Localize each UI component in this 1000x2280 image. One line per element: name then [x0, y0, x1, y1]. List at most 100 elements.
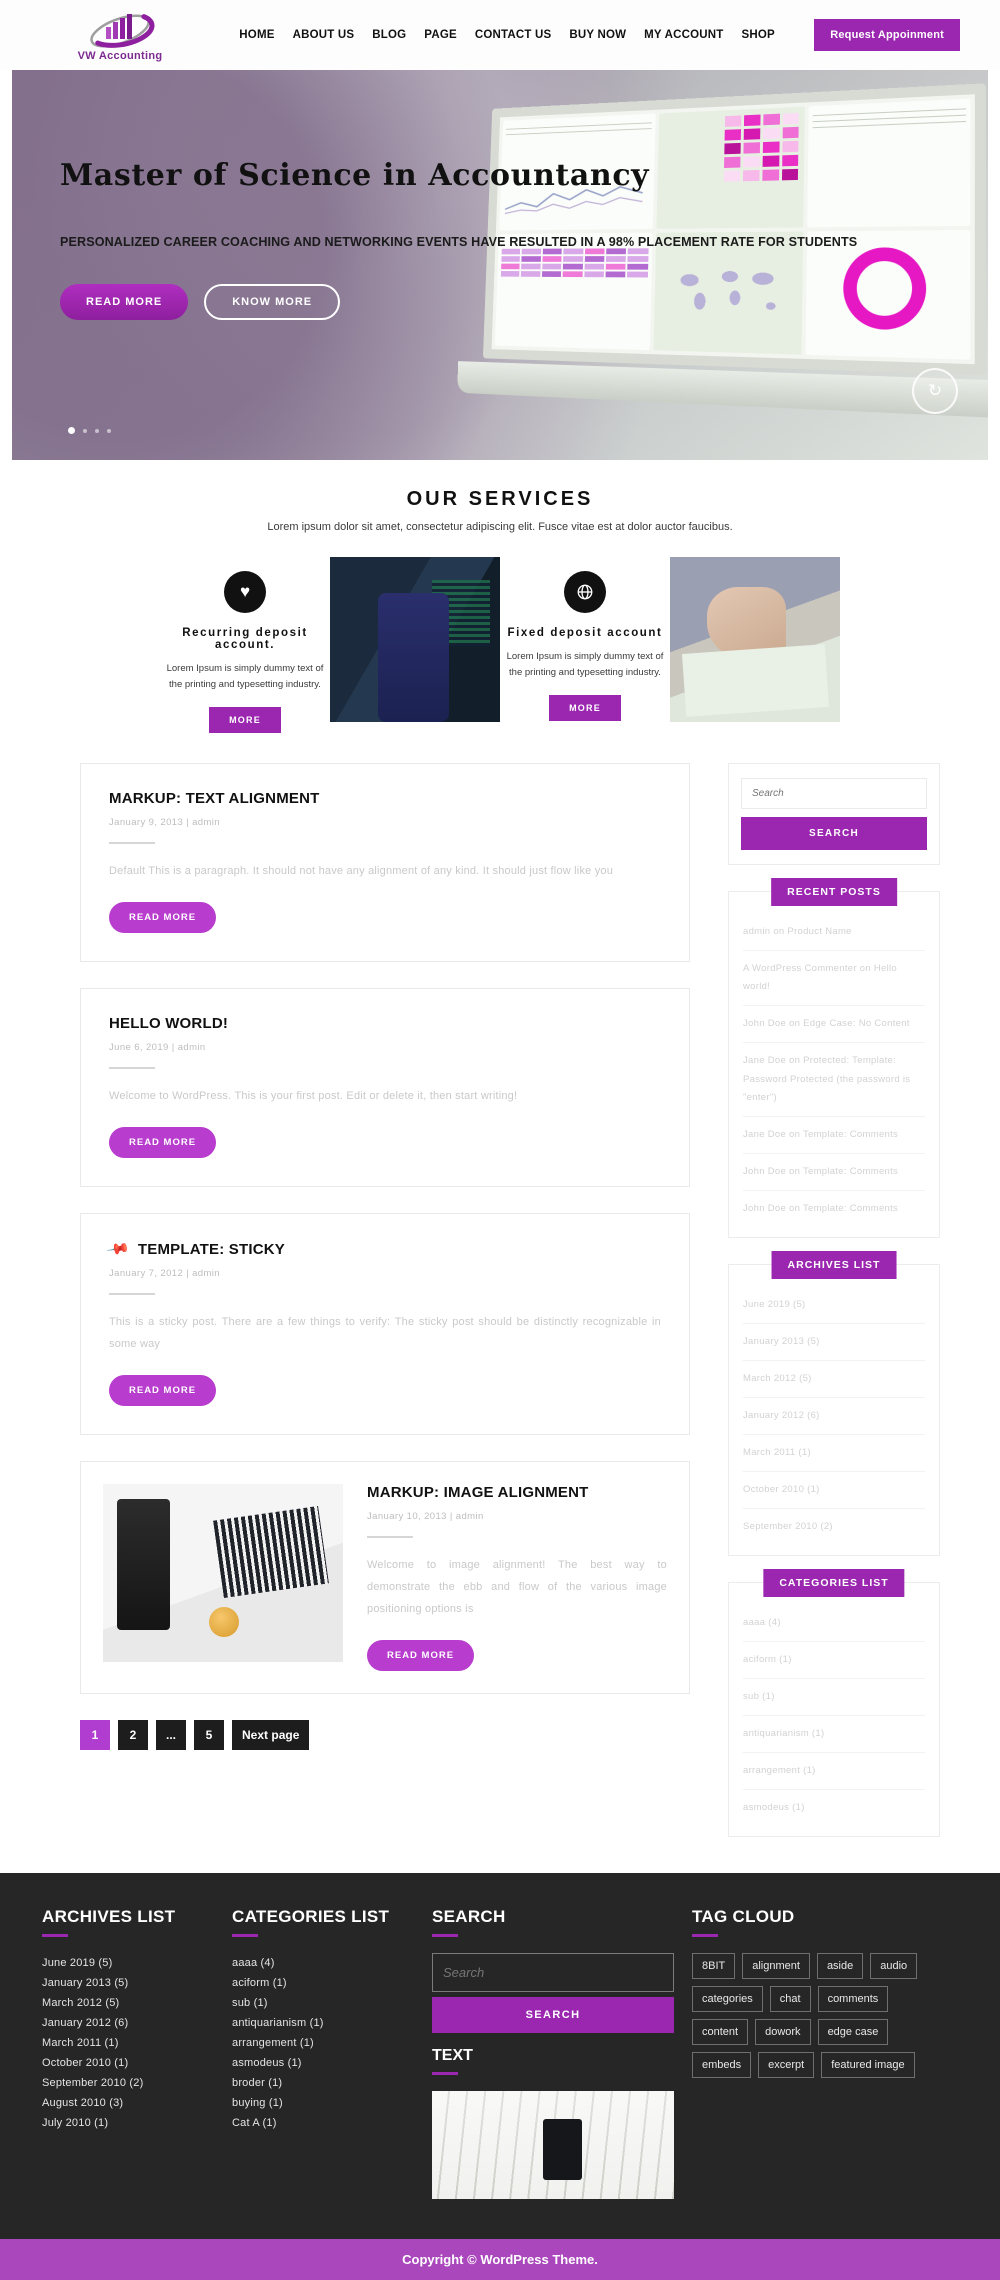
list-item[interactable]: asmodeus (1) — [743, 1790, 925, 1826]
nav-item-home[interactable]: HOME — [239, 29, 274, 41]
tag-item[interactable]: categories — [692, 1986, 763, 2013]
pagination: 1 2 ... 5 Next page — [80, 1720, 690, 1751]
tag-item[interactable]: content — [692, 2019, 749, 2046]
tag-item[interactable]: dowork — [755, 2019, 811, 2046]
list-item[interactable]: asmodeus (1) — [232, 2053, 414, 2073]
list-item[interactable]: sub (1) — [232, 1993, 414, 2013]
list-item[interactable]: March 2011 (1) — [42, 2033, 214, 2053]
post-read-more-button[interactable]: READ MORE — [109, 1375, 217, 1407]
list-item[interactable]: July 2010 (1) — [42, 2113, 214, 2133]
tag-item[interactable]: alignment — [742, 1953, 810, 1980]
list-item[interactable]: September 2010 (2) — [42, 2073, 214, 2093]
tag-item[interactable]: aside — [816, 1953, 864, 1980]
slider-dot-1[interactable] — [68, 427, 75, 434]
list-item[interactable]: arrangement (1) — [232, 2033, 414, 2053]
sidebar: SEARCH RECENT POSTS admin on Product Nam… — [728, 763, 940, 1863]
nav-item-page[interactable]: PAGE — [424, 29, 457, 41]
next-page-button[interactable]: Next page — [232, 1720, 310, 1751]
list-item[interactable]: buying (1) — [232, 2093, 414, 2113]
page-5-button[interactable]: 5 — [194, 1720, 225, 1751]
sidebar-search-input[interactable] — [741, 778, 927, 810]
nav-item-about-us[interactable]: ABOUT US — [293, 29, 355, 41]
list-item[interactable]: June 2019 (5) — [42, 1953, 214, 1973]
list-item[interactable]: John Doe on Template: Comments — [743, 1154, 925, 1191]
list-item[interactable]: March 2012 (5) — [42, 1993, 214, 2013]
site-logo[interactable]: VW Accounting — [40, 9, 200, 62]
nav-item-shop[interactable]: SHOP — [741, 29, 774, 41]
list-item[interactable]: aciform (1) — [232, 1973, 414, 1993]
hero-know-more-button[interactable]: KNOW MORE — [204, 284, 341, 320]
page-1-button[interactable]: 1 — [80, 1720, 110, 1751]
list-item[interactable]: John Doe on Template: Comments — [743, 1191, 925, 1227]
post-read-more-button[interactable]: READ MORE — [109, 902, 217, 934]
tag-item[interactable]: edge case — [817, 2019, 889, 2046]
sidebar-search-button[interactable]: SEARCH — [741, 817, 927, 851]
archives-widget: ARCHIVES LIST June 2019 (5) January 2013… — [728, 1250, 940, 1557]
nav-item-buy-now[interactable]: BUY NOW — [569, 29, 626, 41]
list-item[interactable]: October 2010 (1) — [42, 2053, 214, 2073]
list-item[interactable]: broder (1) — [232, 2073, 414, 2093]
post-read-more-button[interactable]: READ MORE — [109, 1127, 217, 1159]
hero-read-more-button[interactable]: READ MORE — [60, 284, 189, 320]
list-item[interactable]: John Doe on Edge Case: No Content — [743, 1006, 925, 1044]
tag-item[interactable]: excerpt — [758, 2052, 815, 2079]
service-more-button-2[interactable]: MORE — [549, 695, 621, 722]
post-title[interactable]: TEMPLATE: STICKY — [138, 1241, 285, 1258]
post-thumbnail[interactable] — [103, 1484, 343, 1663]
slider-dot-2[interactable] — [83, 428, 87, 433]
service-text-2: Lorem Ipsum is simply dummy text of the … — [506, 651, 664, 679]
list-item[interactable]: January 2012 (6) — [743, 1398, 925, 1435]
post-title[interactable]: MARKUP: TEXT ALIGNMENT — [109, 790, 661, 807]
list-item[interactable]: admin on Product Name — [743, 914, 925, 952]
footer-archives-title: ARCHIVES LIST — [42, 1907, 176, 1927]
service-title-1: Recurring deposit account. — [182, 627, 308, 651]
list-item[interactable]: A WordPress Commenter on Hello world! — [743, 951, 925, 1007]
service-more-button-1[interactable]: MORE — [209, 707, 281, 734]
list-item[interactable]: antiquarianism (1) — [232, 2013, 414, 2033]
list-item[interactable]: sub (1) — [743, 1679, 925, 1717]
tag-item[interactable]: audio — [870, 1953, 918, 1980]
list-item[interactable]: March 2012 (5) — [743, 1361, 925, 1398]
list-item[interactable]: October 2010 (1) — [743, 1472, 925, 1510]
list-item[interactable]: January 2013 (5) — [743, 1324, 925, 1361]
refresh-icon[interactable]: ↻ — [912, 368, 958, 414]
post-read-more-button[interactable]: READ MORE — [367, 1640, 475, 1672]
list-item[interactable]: January 2012 (6) — [42, 2013, 214, 2033]
post-title[interactable]: MARKUP: IMAGE ALIGNMENT — [367, 1484, 667, 1501]
globe-icon — [564, 571, 606, 613]
list-item[interactable]: June 2019 (5) — [743, 1287, 925, 1324]
post-title[interactable]: HELLO WORLD! — [109, 1015, 661, 1032]
list-item[interactable]: August 2010 (3) — [42, 2093, 214, 2113]
list-item[interactable]: Jane Doe on Protected: Template: Passwor… — [743, 1043, 925, 1117]
footer-search-button[interactable]: SEARCH — [432, 1997, 674, 2034]
list-item[interactable]: aciform (1) — [743, 1642, 925, 1680]
list-item[interactable]: Cat A (1) — [232, 2113, 414, 2133]
slider-dot-4[interactable] — [107, 428, 111, 433]
list-item[interactable]: Jane Doe on Template: Comments — [743, 1117, 925, 1154]
list-item[interactable]: aaaa (4) — [232, 1953, 414, 1973]
sticky-pin-icon: 📌 — [105, 1237, 131, 1263]
page-2-button[interactable]: 2 — [118, 1720, 148, 1751]
nav-item-blog[interactable]: BLOG — [372, 29, 406, 41]
tag-item[interactable]: embeds — [692, 2052, 752, 2079]
list-item[interactable]: aaaa (4) — [743, 1605, 925, 1643]
list-item[interactable]: September 2010 (2) — [743, 1509, 925, 1545]
nav-item-contact-us[interactable]: CONTACT US — [475, 29, 552, 41]
slider-pagination-dots[interactable] — [68, 427, 111, 434]
list-item[interactable]: antiquarianism (1) — [743, 1716, 925, 1754]
footer-categories-column: CATEGORIES LIST aaaa (4) aciform (1) sub… — [232, 1907, 432, 2199]
footer-tagcloud-title: TAG CLOUD — [692, 1907, 795, 1927]
list-item[interactable]: arrangement (1) — [743, 1753, 925, 1791]
slider-dot-3[interactable] — [95, 428, 99, 433]
nav-item-my-account[interactable]: MY ACCOUNT — [644, 29, 723, 41]
tag-item[interactable]: 8BIT — [692, 1953, 736, 1980]
footer-search-input[interactable] — [432, 1953, 674, 1993]
tag-item[interactable]: featured image — [821, 2052, 915, 2079]
tag-item[interactable]: chat — [769, 1986, 811, 2013]
list-item[interactable]: January 2013 (5) — [42, 1973, 214, 1993]
request-appointment-button[interactable]: Request Appoinment — [814, 19, 960, 51]
title-underline — [692, 1934, 718, 1938]
list-item[interactable]: March 2011 (1) — [743, 1435, 925, 1472]
post-meta: January 9, 2013 | admin — [109, 817, 661, 828]
tag-item[interactable]: comments — [817, 1986, 889, 2013]
